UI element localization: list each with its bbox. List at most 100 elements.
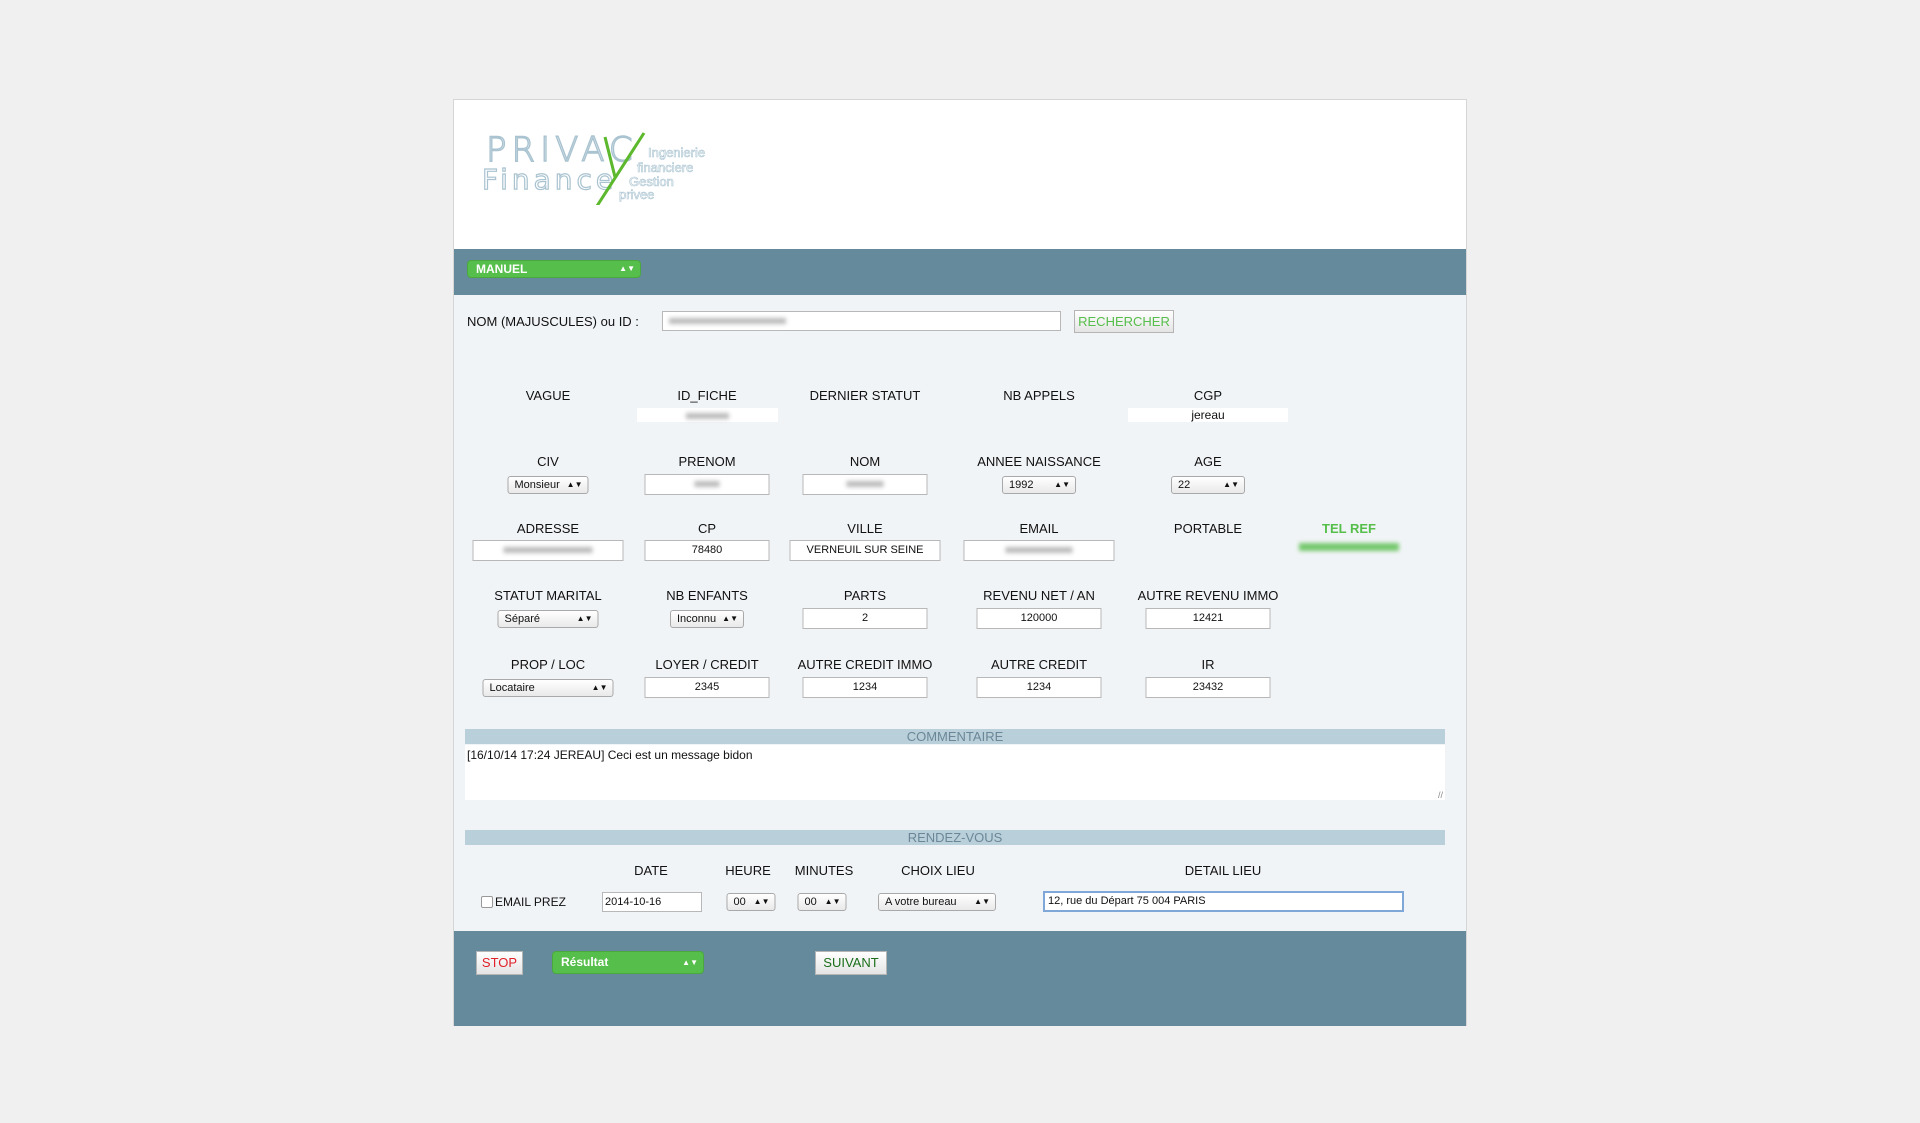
nom-input[interactable] bbox=[802, 474, 928, 495]
ville-input[interactable]: VERNEUIL SUR SEINE bbox=[789, 540, 941, 561]
label-detail-lieu: DETAIL LIEU bbox=[1184, 863, 1262, 878]
fiche-form: PRIVAC Finance Ingenierie financiere Ges… bbox=[453, 99, 1467, 1026]
label-prop-loc: PROP / LOC bbox=[510, 657, 586, 672]
loyer-credit-input[interactable]: 2345 bbox=[644, 677, 770, 698]
select-arrows-icon: ▲▼ bbox=[824, 897, 841, 906]
select-arrows-icon: ▲▼ bbox=[1054, 480, 1070, 489]
choix-lieu-value: A votre bureau bbox=[885, 896, 957, 908]
header: PRIVAC Finance Ingenierie financiere Ges… bbox=[454, 100, 1466, 249]
resultat-value: Résultat bbox=[561, 955, 609, 969]
label-choix-lieu: CHOIX LIEU bbox=[901, 863, 975, 878]
annee-naissance-select[interactable]: 1992 ▲▼ bbox=[1002, 476, 1076, 494]
label-nb-appels: NB APPELS bbox=[1003, 388, 1075, 403]
label-nb-enfants: NB ENFANTS bbox=[666, 588, 748, 603]
label-portable: PORTABLE bbox=[1173, 521, 1243, 536]
label-ir: IR bbox=[1201, 657, 1215, 672]
top-bar: MANUEL ▲▼ bbox=[454, 249, 1466, 295]
label-cp: CP bbox=[697, 521, 717, 536]
label-vague: VAGUE bbox=[525, 388, 571, 403]
label-cgp: CGP bbox=[1193, 388, 1223, 403]
label-id-fiche: ID_FICHE bbox=[677, 388, 737, 403]
nb-enfants-select[interactable]: Inconnu ▲▼ bbox=[670, 610, 744, 628]
select-arrows-icon: ▲▼ bbox=[974, 897, 990, 906]
rechercher-button[interactable]: RECHERCHER bbox=[1074, 310, 1174, 333]
civ-value: Monsieur bbox=[514, 479, 560, 491]
mode-select-value: MANUEL bbox=[476, 262, 528, 276]
privacy-finance-logo: PRIVAC Finance Ingenierie financiere Ges… bbox=[482, 129, 705, 205]
label-autre-credit-immo: AUTRE CREDIT IMMO bbox=[797, 657, 933, 672]
autre-revenu-immo-input[interactable]: 12421 bbox=[1145, 608, 1271, 629]
age-select[interactable]: 22 ▲▼ bbox=[1171, 476, 1245, 494]
prenom-input[interactable] bbox=[644, 474, 770, 495]
svg-text:Finance: Finance bbox=[482, 163, 617, 196]
email-prez-label: EMAIL PREZ bbox=[495, 895, 566, 909]
select-arrows-icon: ▲▼ bbox=[682, 957, 698, 967]
revenu-input[interactable]: 120000 bbox=[976, 608, 1102, 629]
label-heure: HEURE bbox=[725, 863, 771, 878]
rendez-vous-header: RENDEZ-VOUS bbox=[465, 830, 1445, 845]
search-input[interactable] bbox=[662, 311, 1061, 331]
nb-enfants-value: Inconnu bbox=[677, 613, 717, 625]
select-arrows-icon: ▲▼ bbox=[566, 480, 583, 489]
label-minutes: MINUTES bbox=[794, 863, 854, 878]
select-arrows-icon: ▲▼ bbox=[576, 614, 593, 623]
mode-select[interactable]: MANUEL ▲▼ bbox=[467, 260, 641, 278]
footer-bar: STOP Résultat ▲▼ SUIVANT bbox=[454, 931, 1466, 1026]
annee-value: 1992 bbox=[1009, 479, 1034, 491]
adresse-input[interactable] bbox=[472, 540, 624, 561]
heure-value: 00 bbox=[733, 896, 746, 908]
heure-select[interactable]: 00 ▲▼ bbox=[726, 893, 776, 911]
label-dernier-statut: DERNIER STATUT bbox=[809, 388, 921, 403]
svg-text:financiere: financiere bbox=[637, 160, 693, 175]
id-fiche-value bbox=[637, 408, 778, 422]
cp-input[interactable]: 78480 bbox=[644, 540, 770, 561]
commentaire-textarea[interactable]: [16/10/14 17:24 JEREAU] Ceci est un mess… bbox=[465, 745, 1445, 800]
label-age: AGE bbox=[1194, 454, 1222, 469]
email-prez-checkbox[interactable]: EMAIL PREZ bbox=[481, 895, 566, 909]
select-arrows-icon: ▲▼ bbox=[722, 614, 738, 623]
svg-text:privee: privee bbox=[619, 187, 654, 202]
resize-handle-icon[interactable]: // bbox=[1438, 790, 1443, 800]
age-value: 22 bbox=[1178, 479, 1191, 491]
label-autre-credit: AUTRE CREDIT bbox=[990, 657, 1088, 672]
statut-marital-select[interactable]: Séparé ▲▼ bbox=[497, 610, 599, 628]
minutes-value: 00 bbox=[804, 896, 817, 908]
select-arrows-icon: ▲▼ bbox=[753, 897, 770, 906]
parts-input[interactable]: 2 bbox=[802, 608, 928, 629]
civ-select[interactable]: Monsieur ▲▼ bbox=[507, 476, 589, 494]
detail-lieu-input[interactable]: 12, rue du Départ 75 004 PARIS bbox=[1043, 891, 1404, 912]
label-ville: VILLE bbox=[847, 521, 883, 536]
label-prenom: PRENOM bbox=[678, 454, 736, 469]
label-annee-naissance: ANNEE NAISSANCE bbox=[977, 454, 1101, 469]
stop-button[interactable]: STOP bbox=[476, 951, 523, 975]
commentaire-header: COMMENTAIRE bbox=[465, 729, 1445, 744]
label-civ: CIV bbox=[537, 454, 559, 469]
resultat-select[interactable]: Résultat ▲▼ bbox=[552, 951, 704, 974]
checkbox-icon[interactable] bbox=[481, 896, 493, 908]
statut-value: Séparé bbox=[504, 613, 540, 625]
search-label: NOM (MAJUSCULES) ou ID : bbox=[467, 314, 639, 329]
label-nom: NOM bbox=[849, 454, 881, 469]
select-arrows-icon: ▲▼ bbox=[1223, 480, 1239, 489]
label-date: DATE bbox=[634, 863, 668, 878]
prop-loc-select[interactable]: Locataire ▲▼ bbox=[482, 679, 614, 697]
cgp-value: jereau bbox=[1128, 408, 1288, 422]
ir-input[interactable]: 23432 bbox=[1145, 677, 1271, 698]
autre-credit-immo-input[interactable]: 1234 bbox=[802, 677, 928, 698]
label-autre-revenu-immo: AUTRE REVENU IMMO bbox=[1137, 588, 1279, 603]
label-tel-ref: TEL REF bbox=[1322, 521, 1376, 536]
date-input[interactable]: 2014-10-16 bbox=[602, 892, 702, 912]
tel-ref-value[interactable] bbox=[1299, 543, 1399, 551]
autre-credit-input[interactable]: 1234 bbox=[976, 677, 1102, 698]
select-arrows-icon: ▲▼ bbox=[591, 683, 608, 692]
label-adresse: ADRESSE bbox=[516, 521, 580, 536]
label-parts: PARTS bbox=[843, 588, 887, 603]
prop-loc-value: Locataire bbox=[489, 682, 535, 694]
email-input[interactable] bbox=[963, 540, 1115, 561]
label-email: EMAIL bbox=[1019, 521, 1059, 536]
choix-lieu-select[interactable]: A votre bureau ▲▼ bbox=[878, 893, 996, 911]
commentaire-text: [16/10/14 17:24 JEREAU] Ceci est un mess… bbox=[467, 748, 753, 762]
label-loyer-credit: LOYER / CREDIT bbox=[655, 657, 759, 672]
minutes-select[interactable]: 00 ▲▼ bbox=[797, 893, 847, 911]
suivant-button[interactable]: SUIVANT bbox=[815, 951, 887, 975]
